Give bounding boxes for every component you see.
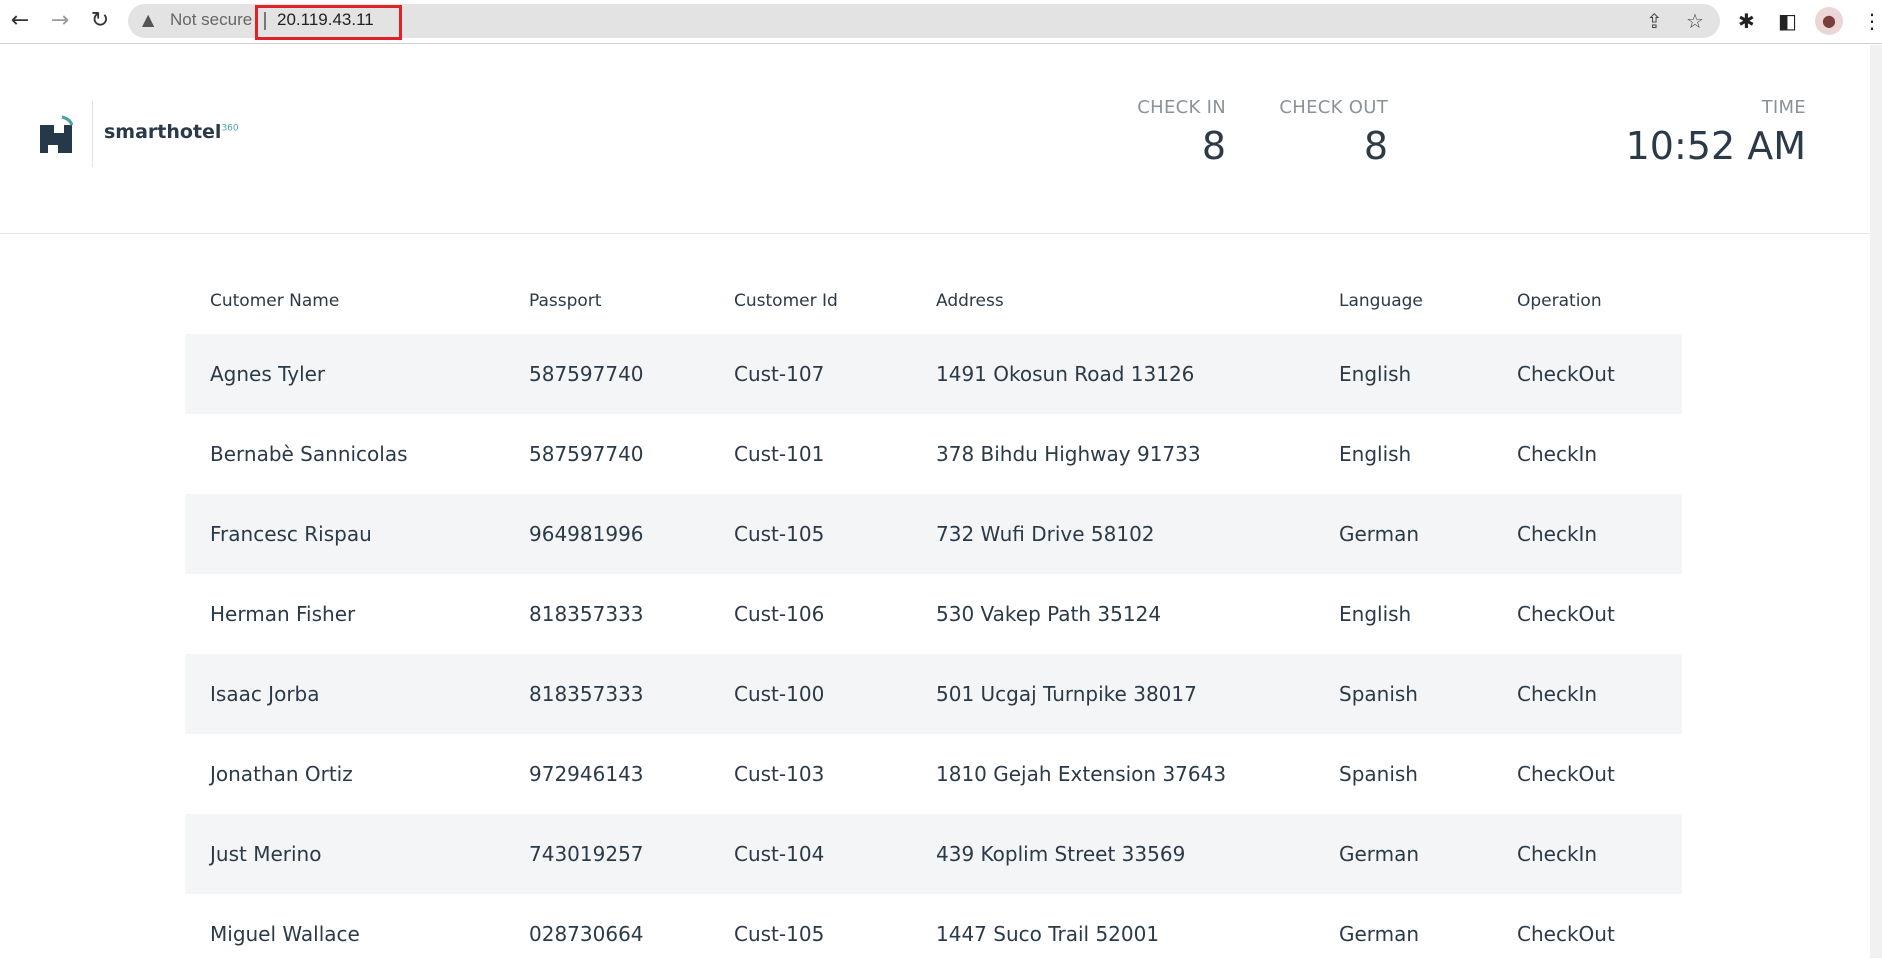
checkin-label: CHECK IN <box>1137 97 1226 118</box>
address-cell: 1447 Suco Trail 52001 <box>936 922 1160 946</box>
highlight-box <box>255 5 402 40</box>
smarthotel-logo-icon <box>40 115 74 153</box>
share-icon[interactable]: ⇪ <box>1646 9 1663 33</box>
time-value: 10:52 AM <box>1625 124 1806 168</box>
operation-cell[interactable]: CheckOut <box>1517 334 1682 414</box>
column-header: Address <box>936 291 1004 311</box>
column-header: Operation <box>1517 291 1602 311</box>
page-header: smarthotel360 CHECK IN 8 CHECK OUT 8 TIM… <box>0 45 1870 234</box>
passport-cell: 743019257 <box>529 814 734 894</box>
security-label[interactable]: Not secure <box>170 10 252 30</box>
column-header: Cutomer Name <box>210 291 340 311</box>
star-icon[interactable]: ☆ <box>1686 9 1704 33</box>
passport-cell: 818357333 <box>529 602 644 626</box>
customer-name-cell: Agnes Tyler <box>185 334 529 414</box>
time-label: TIME <box>1761 97 1806 118</box>
customer-id-cell: Cust-104 <box>734 814 936 894</box>
language-cell: German <box>1339 814 1517 894</box>
column-header: Passport <box>529 291 602 311</box>
customer-name-cell: Just Merino <box>185 814 529 894</box>
browser-toolbar: ← → ↻ ▲ Not secure 20.119.43.11 ⇪ ☆ ✱ ◧ … <box>0 0 1882 44</box>
customers-table: Cutomer Name Passport Customer Id Addres… <box>185 268 1682 974</box>
customer-id-cell: Cust-100 <box>734 654 936 734</box>
customer-id-cell: Cust-105 <box>734 494 936 574</box>
table-row: Herman Fisher 818357333 Cust-106 530 Vakep … <box>185 574 1682 654</box>
divider <box>92 101 93 167</box>
language-cell: Spanish <box>1339 762 1418 786</box>
table-row: Isaac Jorba 818357333 Cust-100 501 Ucgaj Tu… <box>185 654 1682 734</box>
customer-name-cell: Bernabè Sannicolas <box>210 442 408 466</box>
passport-cell: 818357333 <box>529 654 734 734</box>
language-cell: English <box>1339 602 1412 626</box>
language-cell: Spanish <box>1339 654 1517 734</box>
passport-cell: 587597740 <box>529 442 644 466</box>
operation-cell[interactable]: CheckOut <box>1517 734 1682 814</box>
table-row: Jonathan Ortiz 972946143 Cust-103 1810 Geja… <box>185 734 1682 814</box>
passport-cell: 964981996 <box>529 494 734 574</box>
passport-cell: 972946143 <box>529 762 644 786</box>
checkin-stat: CHECK IN 8 <box>1137 97 1226 168</box>
operation-cell[interactable]: CheckIn <box>1517 494 1682 574</box>
address-cell: 1810 Gejah Extension 37643 <box>936 762 1227 786</box>
language-cell: English <box>1339 334 1517 414</box>
table-row: Just Merino 743019257 Cust-104 439 Koplim S… <box>185 814 1682 894</box>
operation-cell[interactable]: CheckOut <box>1517 894 1682 974</box>
reload-icon[interactable]: ↻ <box>86 8 114 33</box>
customer-name-cell: Isaac Jorba <box>185 654 529 734</box>
passport-cell: 587597740 <box>529 334 734 414</box>
column-header: Language <box>1339 291 1423 311</box>
checkin-value: 8 <box>1201 124 1226 168</box>
language-cell: English <box>1339 442 1412 466</box>
table-header-row: Cutomer Name Passport Customer Id Addres… <box>185 268 1682 334</box>
operation-cell[interactable]: CheckIn <box>1517 654 1682 734</box>
table-row: Francesc Rispau 964981996 Cust-105 732 Wufi… <box>185 494 1682 574</box>
customer-id-cell: Cust-105 <box>734 922 825 946</box>
address-cell: 1491 Okosun Road 13126 <box>936 334 1339 414</box>
operation-cell[interactable]: CheckIn <box>1517 814 1682 894</box>
checkout-value: 8 <box>1363 124 1388 168</box>
address-cell: 439 Koplim Street 33569 <box>936 814 1339 894</box>
column-header: Customer Id <box>734 291 838 311</box>
customer-id-cell: Cust-101 <box>734 442 825 466</box>
operation-cell[interactable]: CheckOut <box>1517 574 1682 654</box>
customer-name-cell: Herman Fisher <box>210 602 356 626</box>
scrollbar[interactable] <box>1870 45 1882 958</box>
table-row: Miguel Wallace 028730664 Cust-105 1447 Suco… <box>185 894 1682 974</box>
brand-name: smarthotel360 <box>104 121 239 143</box>
table-row: Agnes Tyler 587597740 Cust-107 1491 Okosun … <box>185 334 1682 414</box>
checkout-label: CHECK OUT <box>1279 97 1388 118</box>
address-cell: 530 Vakep Path 35124 <box>936 602 1162 626</box>
checkout-stat: CHECK OUT 8 <box>1279 97 1388 168</box>
back-icon[interactable]: ← <box>6 8 34 33</box>
profile-avatar-icon[interactable]: ● <box>1815 7 1843 35</box>
forward-icon[interactable]: → <box>46 8 74 33</box>
address-cell: 501 Ucgaj Turnpike 38017 <box>936 654 1339 734</box>
operation-cell[interactable]: CheckIn <box>1517 414 1682 494</box>
address-cell: 378 Bihdu Highway 91733 <box>936 442 1201 466</box>
extensions-icon[interactable]: ✱ <box>1738 9 1755 33</box>
customer-name-cell: Miguel Wallace <box>210 922 360 946</box>
table-row: Bernabè Sannicolas 587597740 Cust-101 378 B… <box>185 414 1682 494</box>
customer-id-cell: Cust-107 <box>734 334 936 414</box>
warning-icon[interactable]: ▲ <box>142 10 154 29</box>
language-cell: German <box>1339 494 1517 574</box>
menu-icon[interactable]: ⋮ <box>1862 9 1882 33</box>
customer-name-cell: Jonathan Ortiz <box>210 762 353 786</box>
customer-name-cell: Francesc Rispau <box>185 494 529 574</box>
language-cell: German <box>1339 922 1420 946</box>
customer-id-cell: Cust-106 <box>734 602 825 626</box>
time-stat: TIME 10:52 AM <box>1626 97 1806 168</box>
address-cell: 732 Wufi Drive 58102 <box>936 494 1339 574</box>
customer-id-cell: Cust-103 <box>734 762 825 786</box>
side-panel-icon[interactable]: ◧ <box>1778 9 1797 33</box>
passport-cell: 028730664 <box>529 922 644 946</box>
